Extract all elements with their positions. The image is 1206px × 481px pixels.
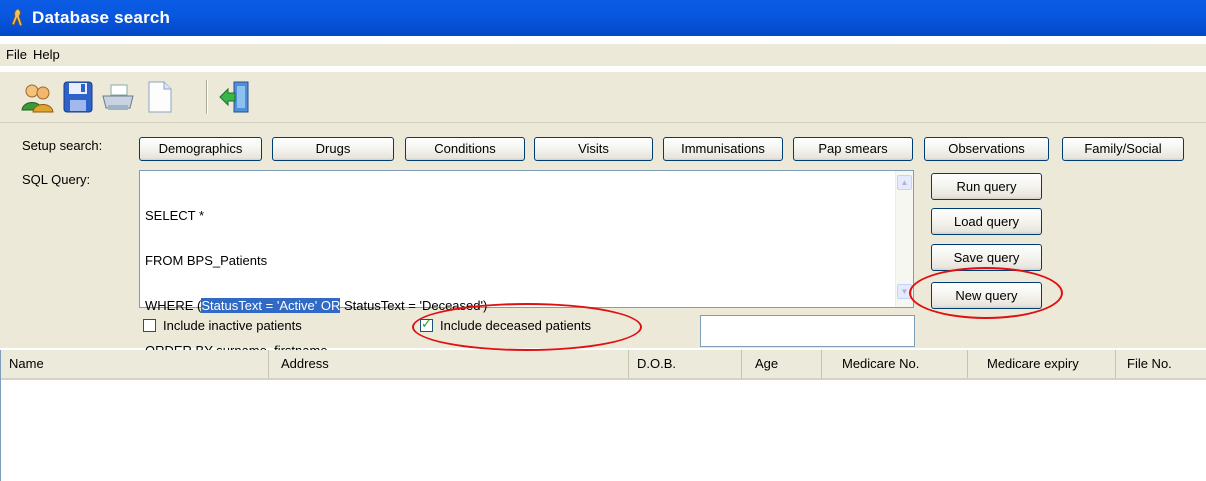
users-icon[interactable] bbox=[18, 78, 56, 116]
toolbar bbox=[0, 72, 1206, 123]
sql-query-editor[interactable]: SELECT * FROM BPS_Patients WHERE (Status… bbox=[139, 170, 914, 358]
toolbar-separator bbox=[206, 80, 208, 114]
include-deceased-label: Include deceased patients bbox=[440, 318, 592, 333]
new-document-icon[interactable] bbox=[140, 78, 178, 116]
title-bar[interactable]: Database search bbox=[0, 0, 1206, 36]
sql-query-label: SQL Query: bbox=[22, 172, 91, 187]
status-field[interactable] bbox=[700, 315, 915, 347]
conditions-button[interactable]: Conditions bbox=[405, 137, 525, 161]
demographics-button[interactable]: Demographics bbox=[139, 137, 262, 161]
print-icon[interactable] bbox=[99, 78, 137, 116]
window-title: Database search bbox=[32, 8, 171, 27]
chevron-up-icon: ▲ bbox=[900, 178, 909, 187]
save-query-button[interactable]: Save query bbox=[931, 244, 1042, 271]
scroll-down-button[interactable]: ▼ bbox=[897, 284, 912, 299]
observations-button[interactable]: Observations bbox=[924, 137, 1049, 161]
app-icon bbox=[9, 8, 25, 28]
sql-selected-text: StatusText = 'Active' OR bbox=[201, 298, 341, 313]
sql-line-3-suffix: StatusText = 'Deceased') bbox=[340, 298, 488, 313]
results-list[interactable]: Name Address D.O.B. Age Medicare No. Med… bbox=[0, 350, 1206, 481]
results-header: Name Address D.O.B. Age Medicare No. Med… bbox=[1, 350, 1206, 380]
sql-line-2: FROM BPS_Patients bbox=[145, 253, 268, 268]
column-file-no[interactable]: File No. bbox=[1116, 350, 1206, 378]
menu-bar: File Help bbox=[0, 44, 1206, 66]
include-deceased-checkbox[interactable]: ✓ bbox=[420, 317, 433, 332]
menu-file[interactable]: File bbox=[6, 47, 27, 62]
scroll-up-button[interactable]: ▲ bbox=[897, 175, 912, 190]
sql-line-3: WHERE (StatusText = 'Active' OR StatusTe… bbox=[145, 298, 487, 313]
load-query-button[interactable]: Load query bbox=[931, 208, 1042, 235]
sql-scrollbar[interactable]: ▲ ▼ bbox=[895, 171, 913, 307]
sql-line-1: SELECT * bbox=[145, 208, 205, 223]
run-query-button[interactable]: Run query bbox=[931, 173, 1042, 200]
checkmark-icon: ✓ bbox=[421, 317, 432, 332]
menu-help[interactable]: Help bbox=[33, 47, 60, 62]
visits-button[interactable]: Visits bbox=[534, 137, 653, 161]
sql-line-3-prefix: WHERE ( bbox=[145, 298, 202, 313]
column-dob[interactable]: D.O.B. bbox=[629, 350, 742, 378]
drugs-button[interactable]: Drugs bbox=[272, 137, 394, 161]
pap-smears-button[interactable]: Pap smears bbox=[793, 137, 913, 161]
column-age[interactable]: Age bbox=[742, 350, 822, 378]
exit-icon[interactable] bbox=[217, 78, 255, 116]
save-icon[interactable] bbox=[59, 78, 97, 116]
column-address[interactable]: Address bbox=[269, 350, 629, 378]
column-medicare-expiry[interactable]: Medicare expiry bbox=[968, 350, 1116, 378]
family-social-button[interactable]: Family/Social bbox=[1062, 137, 1184, 161]
new-query-button[interactable]: New query bbox=[931, 282, 1042, 309]
immunisations-button[interactable]: Immunisations bbox=[663, 137, 783, 161]
chevron-down-icon: ▼ bbox=[900, 287, 909, 296]
include-inactive-label: Include inactive patients bbox=[163, 318, 302, 333]
column-medicare-no[interactable]: Medicare No. bbox=[822, 350, 968, 378]
include-inactive-checkbox[interactable] bbox=[143, 319, 156, 332]
column-name[interactable]: Name bbox=[1, 350, 269, 378]
setup-search-label: Setup search: bbox=[22, 138, 103, 153]
